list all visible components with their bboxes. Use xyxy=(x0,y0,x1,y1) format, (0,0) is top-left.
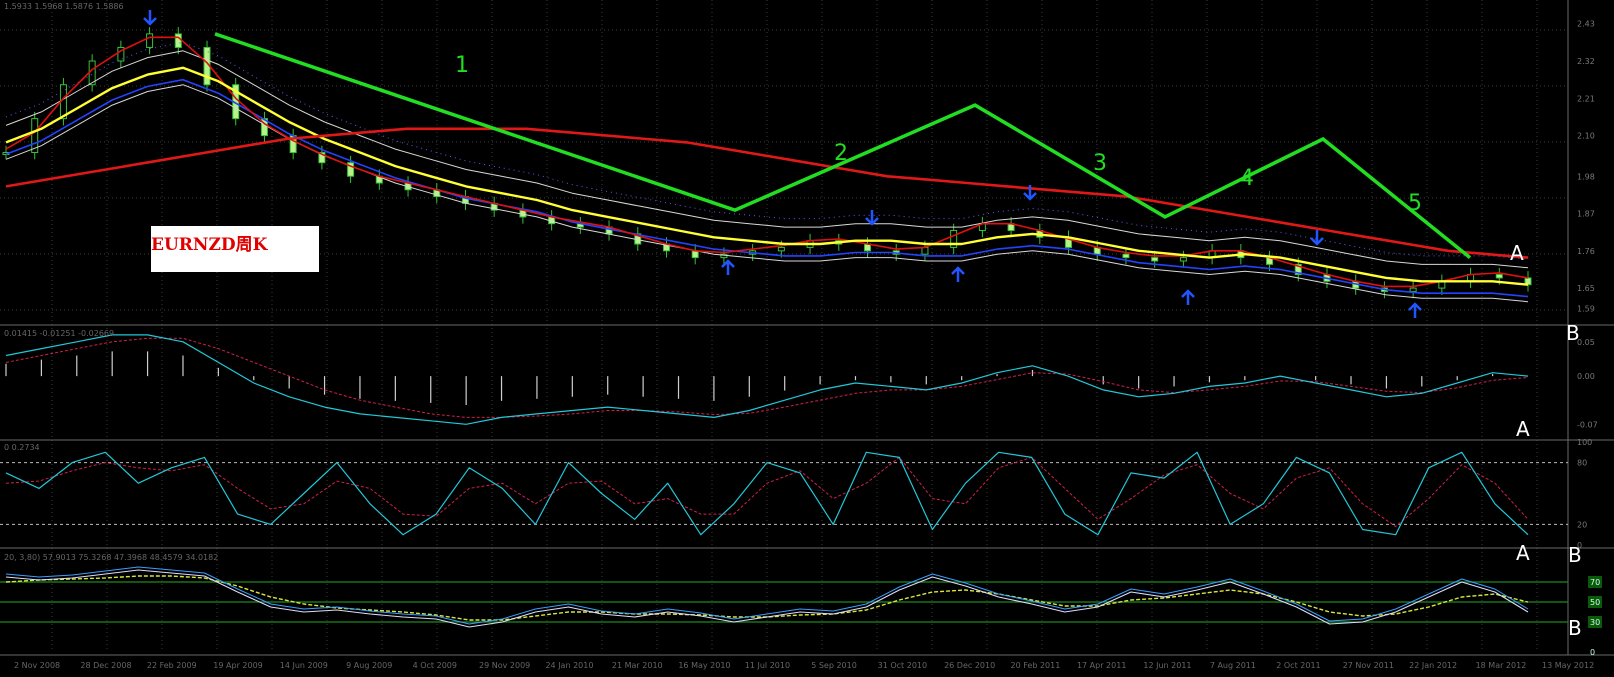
candle-body xyxy=(1495,274,1503,279)
macd-y-tick: -0.07 xyxy=(1577,420,1598,429)
y-tick-label: 1.87 xyxy=(1577,210,1595,219)
mark-a-price: A xyxy=(1510,241,1524,265)
price-header: 1.5933 1.5968 1.5876 1.5886 xyxy=(4,2,124,11)
chart-title: EURNZD周K xyxy=(151,235,268,255)
y-tick-label: 2.10 xyxy=(1577,132,1595,141)
x-tick-label: 14 Jun 2009 xyxy=(280,661,328,670)
y-tick-label: 1.76 xyxy=(1577,247,1595,256)
x-tick-label: 21 Mar 2010 xyxy=(612,661,663,670)
y-tick-label: 2.32 xyxy=(1577,57,1595,66)
wave-label-1: 1 xyxy=(455,53,469,78)
rsi-y-tick: 70 xyxy=(1590,578,1600,587)
mark-a-macd: A xyxy=(1516,417,1530,441)
x-tick-label: 31 Oct 2010 xyxy=(878,661,927,670)
candle-body xyxy=(777,246,785,252)
x-tick-label: 9 Aug 2009 xyxy=(346,661,392,670)
x-tick-label: 26 Dec 2010 xyxy=(944,661,995,670)
stoch-y-tick: 80 xyxy=(1577,459,1587,468)
stoch-y-tick: 100 xyxy=(1577,438,1592,447)
candle-body xyxy=(921,246,929,255)
x-tick-label: 2 Oct 2011 xyxy=(1276,661,1320,670)
rsi-header: 20, 3,80) 57.9013 75.3268 47.3968 48.457… xyxy=(4,553,218,562)
x-tick-label: 11 Jul 2010 xyxy=(745,661,790,670)
wave-label-2: 2 xyxy=(834,141,848,166)
y-tick-label: 1.65 xyxy=(1577,284,1595,293)
x-tick-label: 22 Jan 2012 xyxy=(1409,661,1457,670)
x-tick-label: 18 Mar 2012 xyxy=(1476,661,1527,670)
x-tick-label: 24 Jan 2010 xyxy=(545,661,593,670)
y-tick-label: 2.43 xyxy=(1577,20,1595,29)
x-tick-label: 2 Nov 2008 xyxy=(14,661,60,670)
macd-y-tick: 0.00 xyxy=(1577,372,1595,381)
x-tick-label: 29 Nov 2009 xyxy=(479,661,530,670)
candle-body xyxy=(1409,287,1417,292)
x-tick-label: 4 Oct 2009 xyxy=(413,661,457,670)
candle-body xyxy=(691,250,699,259)
rsi-y-tick: 30 xyxy=(1590,618,1600,627)
x-tick-label: 20 Feb 2011 xyxy=(1011,661,1061,670)
x-tick-label: 7 Aug 2011 xyxy=(1210,661,1256,670)
x-tick-label: 12 Jun 2011 xyxy=(1143,661,1191,670)
x-tick-label: 5 Sep 2010 xyxy=(811,661,857,670)
wave-label-3: 3 xyxy=(1093,151,1107,176)
x-tick-label: 28 Dec 2008 xyxy=(80,661,131,670)
x-tick-label: 17 Apr 2011 xyxy=(1077,661,1126,670)
x-tick-label: 19 Apr 2009 xyxy=(213,661,262,670)
x-tick-label: 27 Nov 2011 xyxy=(1343,661,1394,670)
candle-body xyxy=(174,33,182,48)
wave-label-4: 4 xyxy=(1240,166,1254,191)
stoch-y-tick: 20 xyxy=(1577,520,1587,529)
x-tick-label: 22 Feb 2009 xyxy=(147,661,197,670)
x-tick-label: 13 May 2012 xyxy=(1542,661,1594,670)
y-tick-label: 1.59 xyxy=(1577,304,1595,313)
x-tick-label: 16 May 2010 xyxy=(678,661,730,670)
rsi-y-tick: 0 xyxy=(1590,648,1595,657)
candle-body xyxy=(146,33,154,48)
y-tick-label: 2.21 xyxy=(1577,94,1595,103)
chart-title-box: EURNZD周K xyxy=(151,226,319,272)
rsi-y-tick: 50 xyxy=(1590,598,1600,607)
candle-body xyxy=(1179,257,1187,262)
chart-stage: 1 2 3 4 5 1.5933 1.5968 1.5876 1.5886 A B 2.43 2.… xyxy=(0,0,1614,673)
wave-label-5: 5 xyxy=(1408,191,1422,216)
macd-y-tick: 0.05 xyxy=(1577,338,1595,347)
y-tick-label: 1.98 xyxy=(1577,172,1595,181)
mark-b-stoch: B xyxy=(1568,543,1582,567)
macd-header: 0.01415 -0.01251 -0.02669 xyxy=(4,329,114,338)
mark-a-stoch: A xyxy=(1516,541,1530,565)
candle-body xyxy=(1122,253,1130,259)
chart-svg: 1 2 3 4 5 1.5933 1.5968 1.5876 1.5886 A B 2.43 2.… xyxy=(0,0,1614,673)
candle-body xyxy=(1151,257,1159,262)
mark-b-rsi: B xyxy=(1568,616,1582,640)
stoch-header: 0 0.2734 xyxy=(4,443,40,452)
